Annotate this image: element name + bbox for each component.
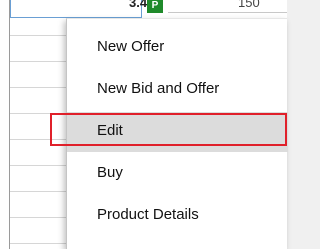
menu-item-edit[interactable]: Edit: [67, 112, 288, 152]
grid-row-divider: [10, 165, 70, 166]
menu-item-label: Edit: [97, 122, 123, 139]
quantity-cell-text: 150: [238, 0, 260, 10]
grid-left-border: [9, 0, 10, 249]
status-badge: P: [147, 0, 163, 13]
menu-item-new-bid-and-offer[interactable]: New Bid and Offer: [67, 70, 288, 110]
menu-item-new-offer[interactable]: New Offer: [67, 28, 288, 68]
grid-row-divider: [10, 61, 70, 62]
grid-row-divider: [10, 217, 70, 218]
menu-item-label: New Offer: [97, 38, 165, 55]
grid-row-divider: [10, 139, 70, 140]
grid-row-divider: [10, 35, 70, 36]
grid-row-divider: [10, 243, 70, 244]
menu-item-label: Product Details: [97, 206, 199, 223]
context-menu: New Offer New Bid and Offer Edit Buy Pro…: [66, 18, 288, 249]
grid-row-divider: [10, 113, 70, 114]
menu-item-label: New Bid and Offer: [97, 80, 220, 97]
menu-item-buy[interactable]: Buy: [67, 154, 288, 194]
grid-row-divider: [10, 191, 70, 192]
grid-row-divider: [10, 87, 70, 88]
menu-item-label: Buy: [97, 164, 123, 181]
selected-price-cell[interactable]: 3.45: [10, 0, 154, 18]
menu-item-product-details[interactable]: Product Details: [67, 196, 288, 236]
grid-row-divider: [168, 12, 287, 13]
